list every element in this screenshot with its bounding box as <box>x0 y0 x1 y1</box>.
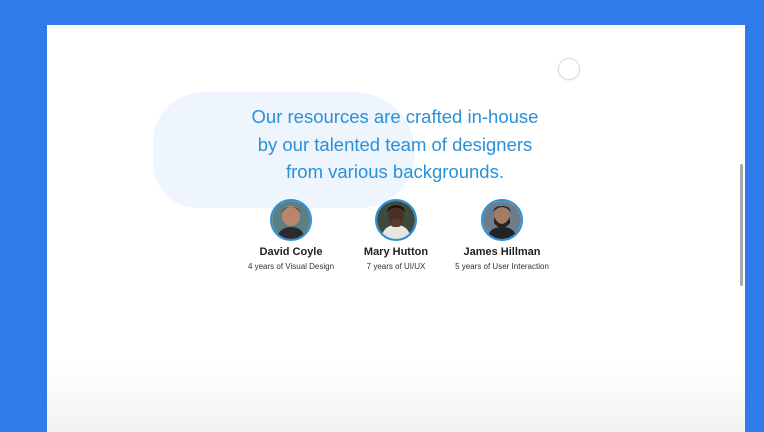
member-role: 5 years of User Interaction <box>455 262 549 271</box>
avatar <box>375 199 417 241</box>
team-member-card: James Hillman 5 years of User Interactio… <box>427 199 577 272</box>
headline-line-3: from various backgrounds. <box>286 161 504 182</box>
member-name: James Hillman <box>463 246 541 258</box>
avatar <box>270 199 312 241</box>
scrollbar-thumb[interactable] <box>740 164 743 286</box>
headline-line-2: by our talented team of designers <box>257 133 533 155</box>
page-content: Our resources are crafted in-house by ou… <box>47 25 745 432</box>
avatar <box>481 199 523 241</box>
person-portrait-icon <box>377 201 415 239</box>
headline: Our resources are crafted in-house by ou… <box>197 103 593 186</box>
headline-line-1: Our resources are crafted in-house <box>251 106 539 127</box>
bottom-fade <box>47 362 745 432</box>
person-portrait-icon <box>483 201 521 239</box>
person-portrait-icon <box>272 201 310 239</box>
circle-outline-icon <box>558 58 580 80</box>
